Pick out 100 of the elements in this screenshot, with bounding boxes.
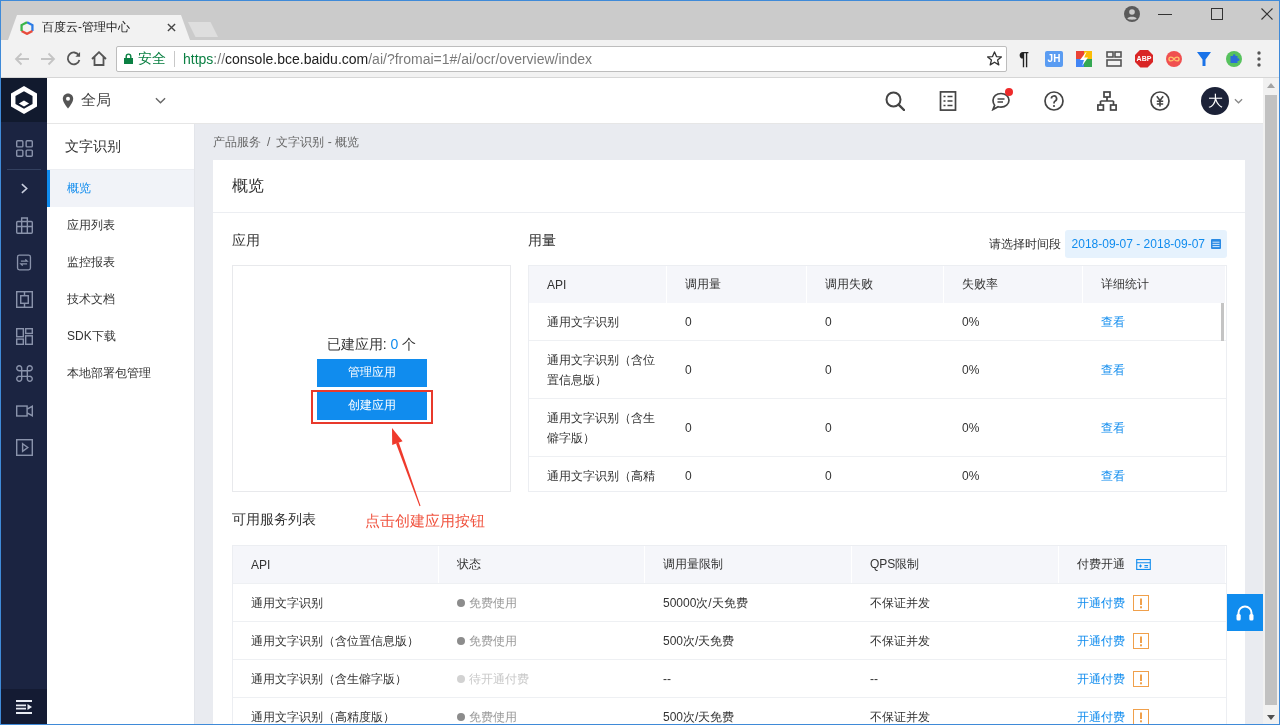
scrollbar-thumb[interactable] <box>1265 95 1277 705</box>
view-link[interactable]: 查看 <box>1101 418 1125 438</box>
breadcrumb-link[interactable]: 产品服务 <box>213 133 261 151</box>
view-link[interactable]: 查看 <box>1101 312 1125 332</box>
lightning-icon[interactable] <box>1076 50 1092 67</box>
column-header: 调用量限制 <box>663 556 723 573</box>
call-count: 0 <box>685 362 692 379</box>
quota-text: 500次/天免费 <box>663 632 735 650</box>
api-name: 通用文字识别 <box>547 314 619 331</box>
address-bar[interactable]: 安全 https://console.bce.baidu.com/ai/?fromai=1#/ai/ocr/overview/index <box>116 45 1007 72</box>
help-icon[interactable] <box>1044 90 1064 111</box>
menu-icon[interactable] <box>16 699 32 714</box>
puzzle-icon[interactable] <box>1226 50 1242 67</box>
user-avatar[interactable]: 大 <box>1201 86 1229 115</box>
app-count-label: 已建应用: <box>326 335 387 352</box>
sidebar-item[interactable]: 应用列表 <box>47 207 194 244</box>
sidebar-item[interactable]: 本地部署包管理 <box>47 355 194 392</box>
failure-count: 0 <box>825 468 832 485</box>
region-selector[interactable]: 全局 <box>81 91 111 110</box>
column-header: 失败率 <box>962 276 998 293</box>
date-range-label: 请选择时间段 <box>988 235 1061 253</box>
annotation-text: 点击创建应用按钮 <box>365 511 485 531</box>
yuan-coin-icon[interactable] <box>1150 90 1170 111</box>
chevron-down-icon[interactable] <box>155 97 166 104</box>
funnel-icon[interactable] <box>1197 51 1211 66</box>
caret-down-icon[interactable] <box>1234 97 1243 104</box>
chat-icon[interactable] <box>991 90 1011 111</box>
create-app-button[interactable]: 创建应用 <box>316 391 427 420</box>
pilcrow-extension-button[interactable]: ¶ <box>1019 49 1029 68</box>
sidebar-item[interactable]: SDK下载 <box>47 318 194 355</box>
apps-grid-icon[interactable] <box>15 140 33 157</box>
checklist-icon[interactable] <box>938 90 958 111</box>
column-header: API <box>251 557 271 572</box>
price-table-icon[interactable] <box>1136 559 1151 570</box>
more-icon[interactable] <box>1257 50 1261 67</box>
api-name: 通用文字识别（含位置信息版） <box>547 352 656 389</box>
date-range-picker[interactable]: 2018-09-07 - 2018-09-07 <box>1064 230 1227 258</box>
enable-payment-link[interactable]: 开通付费 <box>1077 668 1125 689</box>
browser-tab[interactable]: 百度云-管理中心 <box>8 15 190 40</box>
frame-icon[interactable] <box>15 291 33 308</box>
toolbox-icon[interactable] <box>15 217 33 234</box>
play-icon[interactable] <box>15 439 33 456</box>
dashboard-icon[interactable] <box>15 328 33 345</box>
scroll-down-icon[interactable] <box>1267 714 1275 720</box>
scrollbar-track[interactable] <box>1263 78 1279 724</box>
view-link[interactable]: 查看 <box>1101 466 1125 486</box>
failure-rate: 0% <box>962 314 980 331</box>
command-icon[interactable] <box>15 365 33 382</box>
status-label: 免费使用 <box>469 708 517 724</box>
enable-payment-link[interactable]: 开通付费 <box>1077 592 1125 613</box>
qps-text: -- <box>870 670 878 688</box>
api-name: 通用文字识别（含位置信息版） <box>251 632 419 650</box>
enable-payment-link[interactable]: 开通付费 <box>1077 706 1125 724</box>
maximize-icon[interactable] <box>1211 8 1223 20</box>
failure-count: 0 <box>825 362 832 379</box>
failure-count: 0 <box>825 314 832 331</box>
calendar-icon <box>1211 239 1221 249</box>
chevron-right-icon[interactable] <box>20 183 28 194</box>
account-icon[interactable] <box>1124 6 1140 22</box>
location-pin-icon[interactable] <box>62 92 74 109</box>
failure-rate: 0% <box>962 468 980 485</box>
minimize-icon[interactable] <box>1158 13 1172 15</box>
failure-count: 0 <box>825 420 832 437</box>
close-icon[interactable] <box>167 23 176 32</box>
view-link[interactable]: 查看 <box>1101 360 1125 380</box>
enable-payment-link[interactable]: 开通付费 <box>1077 630 1125 651</box>
section-title: 用量 <box>528 231 556 250</box>
cube-logo-icon[interactable] <box>11 86 37 114</box>
manage-apps-button[interactable]: 管理应用 <box>316 358 427 387</box>
layout-icon[interactable] <box>1106 50 1122 67</box>
video-camera-icon[interactable] <box>15 404 33 417</box>
org-chart-icon[interactable] <box>1097 90 1117 111</box>
url-text: https://console.bce.baidu.com/ai/?fromai=1#/ai/ocr/overview/index <box>183 50 592 67</box>
quota-text: -- <box>663 670 671 688</box>
status-label: 免费使用 <box>469 594 517 612</box>
qps-text: 不保证并发 <box>870 594 930 612</box>
extension-button[interactable]: JH <box>1045 50 1063 67</box>
infinity-icon[interactable] <box>1166 50 1182 67</box>
home-icon[interactable] <box>91 51 107 66</box>
column-header: QPS限制 <box>870 556 920 573</box>
sidebar-item[interactable]: 监控报表 <box>47 244 194 281</box>
security-label: 安全 <box>138 49 166 68</box>
call-count: 0 <box>685 420 692 437</box>
app-count-unit: 个 <box>402 335 417 352</box>
close-icon[interactable] <box>1261 8 1273 20</box>
table-scrollbar-thumb[interactable] <box>1221 303 1224 341</box>
column-header: 调用失败 <box>825 276 873 293</box>
reload-icon[interactable] <box>66 51 81 66</box>
document-icon[interactable] <box>16 254 32 271</box>
sidebar-item[interactable]: 技术文档 <box>47 281 194 318</box>
star-icon[interactable] <box>987 51 1002 66</box>
column-header: 调用量 <box>685 276 721 293</box>
search-icon[interactable] <box>885 90 905 111</box>
sidebar-item[interactable]: 概览 <box>47 170 194 207</box>
support-button[interactable] <box>1227 594 1263 631</box>
call-count: 0 <box>685 468 692 485</box>
api-name: 通用文字识别（高精度版） <box>251 708 395 724</box>
qps-text: 不保证并发 <box>870 708 930 724</box>
column-header: 状态 <box>457 556 481 573</box>
column-header: API <box>547 277 567 292</box>
